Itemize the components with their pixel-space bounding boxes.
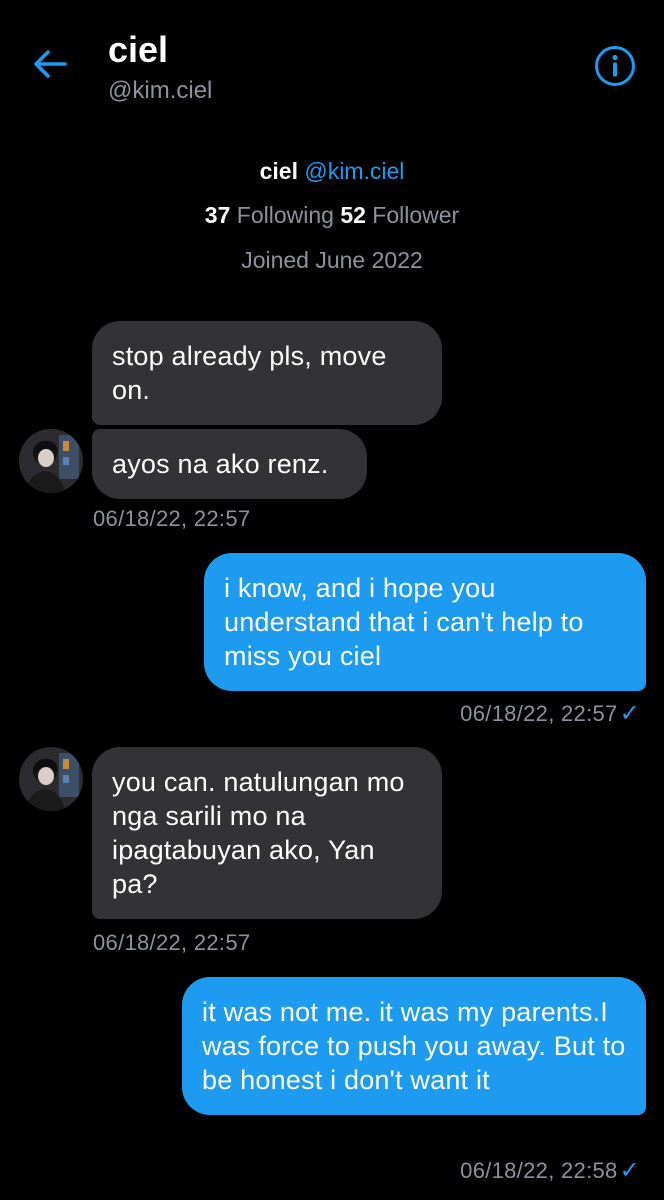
profile-handle: @kim.ciel (304, 158, 405, 184)
follower-label: Follower (372, 202, 460, 228)
follower-link[interactable]: 52 Follower (340, 202, 459, 228)
message-bubble-incoming[interactable]: you can. natulungan mo nga sarili mo na … (92, 747, 442, 919)
message-timestamp: 06/18/22, 22:57 (93, 930, 251, 955)
message-text: i know, and i hope you understand that i… (224, 573, 584, 671)
following-label: Following (236, 202, 334, 228)
message-timestamp: 06/18/22, 22:57 (93, 506, 251, 531)
message-bubble-incoming[interactable]: stop already pls, move on. (92, 321, 442, 425)
checkmark-icon: ✓ (619, 1157, 640, 1184)
following-count: 37 (204, 202, 231, 228)
message-text: stop already pls, move on. (112, 341, 387, 405)
avatar[interactable] (19, 429, 83, 493)
avatar-image (19, 747, 83, 811)
message-bubble-outgoing[interactable]: i know, and i hope you understand that i… (204, 553, 646, 691)
message-timestamp: 06/18/22, 22:58 (460, 1158, 618, 1183)
back-button[interactable] (28, 42, 72, 86)
info-icon (595, 46, 635, 86)
avatar[interactable] (19, 747, 83, 811)
info-button[interactable] (594, 45, 636, 87)
arrow-left-icon (34, 50, 67, 78)
message-text: ayos na ako renz. (112, 449, 329, 479)
following-link[interactable]: 37 Following (205, 202, 341, 228)
message-text: it was not me. it was my parents.I was f… (202, 997, 626, 1095)
profile-joined-date: Joined June 2022 (241, 247, 423, 273)
avatar-image (19, 429, 83, 493)
profile-name: ciel (259, 158, 298, 184)
profile-name-line[interactable]: ciel @kim.ciel (0, 157, 664, 185)
message-meta: 06/18/22, 22:57✓ (300, 701, 640, 727)
follower-count: 52 (340, 202, 366, 228)
checkmark-icon: ✓ (619, 700, 640, 727)
message-meta: 06/18/22, 22:58✓ (300, 1158, 640, 1184)
message-timestamp: 06/18/22, 22:57 (460, 701, 618, 726)
conversation-title: ciel (108, 29, 169, 70)
message-bubble-incoming[interactable]: ayos na ako renz. (92, 429, 367, 499)
message-text: you can. natulungan mo nga sarili mo na … (112, 767, 405, 899)
profile-stats: 37 Following 52 Follower (0, 201, 664, 229)
conversation-handle: @kim.ciel (108, 77, 213, 104)
message-bubble-outgoing[interactable]: it was not me. it was my parents.I was f… (182, 977, 646, 1115)
